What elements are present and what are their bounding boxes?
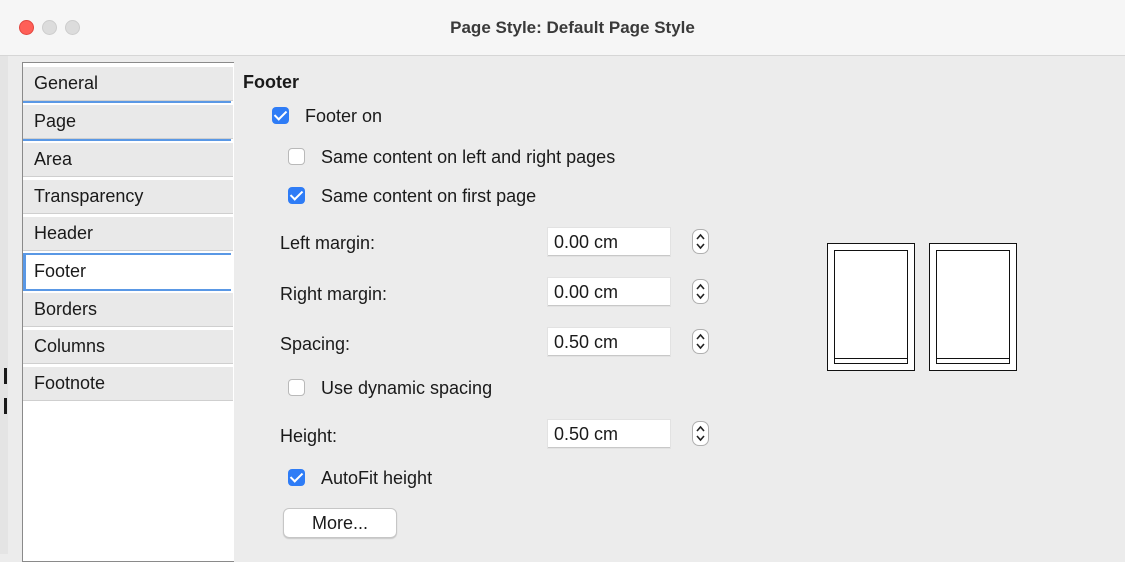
tab-general[interactable]: General — [23, 67, 233, 101]
left-margin-stepper[interactable] — [692, 229, 709, 254]
page-outline — [834, 250, 908, 364]
stepper-arrows-icon — [696, 233, 705, 250]
left-margin-input[interactable]: 0.00 cm — [548, 228, 670, 256]
tab-page[interactable]: Page — [23, 105, 233, 139]
tab-header[interactable]: Header — [23, 217, 233, 251]
page-outline — [936, 250, 1010, 364]
footer-preview-right-page — [929, 243, 1017, 371]
edge-mark — [4, 368, 7, 384]
tab-area[interactable]: Area — [23, 143, 233, 177]
checkbox-label: Use dynamic spacing — [321, 378, 493, 398]
spacing-input[interactable]: 0.50 cm — [548, 328, 670, 356]
spacing-label: Spacing: — [280, 334, 351, 354]
footer-preview-left-page — [827, 243, 915, 371]
left-margin-label: Left margin: — [280, 233, 376, 253]
tab-highlight — [23, 139, 231, 141]
tab-transparency[interactable]: Transparency — [23, 180, 233, 214]
footer-line — [834, 358, 908, 359]
right-margin-input[interactable]: 0.00 cm — [548, 278, 670, 306]
stepper-arrows-icon — [696, 425, 705, 442]
tab-borders[interactable]: Borders — [23, 293, 233, 327]
title-bar: Page Style: Default Page Style — [0, 0, 1125, 56]
tab-highlight — [23, 289, 231, 291]
checkbox-checked[interactable] — [288, 469, 305, 486]
height-stepper[interactable] — [692, 421, 709, 446]
checkbox-unchecked[interactable] — [288, 379, 305, 396]
checkbox-checked[interactable] — [272, 107, 289, 124]
stepper-arrows-icon — [696, 333, 705, 350]
checkbox-unchecked[interactable] — [288, 148, 305, 165]
tab-highlight — [23, 255, 26, 289]
stepper-arrows-icon — [696, 283, 705, 300]
spacing-stepper[interactable] — [692, 329, 709, 354]
more-button[interactable]: More... — [283, 508, 397, 538]
tab-footnote[interactable]: Footnote — [23, 367, 233, 401]
height-label: Height: — [280, 426, 338, 446]
edge-mark — [4, 398, 7, 414]
tab-columns[interactable]: Columns — [23, 330, 233, 364]
tab-footer[interactable]: Footer — [23, 255, 233, 289]
checkbox-checked[interactable] — [288, 187, 305, 204]
height-input[interactable]: 0.50 cm — [548, 420, 670, 448]
section-title: Footer — [243, 72, 299, 92]
footer-line — [936, 358, 1010, 359]
right-margin-label: Right margin: — [280, 284, 388, 304]
right-margin-stepper[interactable] — [692, 279, 709, 304]
checkbox-label: Same content on first page — [321, 186, 537, 206]
tab-list: General Page Area Transparency Header Fo… — [22, 62, 234, 562]
window-title: Page Style: Default Page Style — [450, 18, 695, 37]
tab-highlight — [23, 101, 231, 103]
background-window-edge — [0, 56, 8, 554]
checkbox-label: Footer on — [305, 106, 383, 126]
checkbox-label: Same content on left and right pages — [321, 147, 616, 167]
checkbox-label: AutoFit height — [321, 468, 433, 488]
